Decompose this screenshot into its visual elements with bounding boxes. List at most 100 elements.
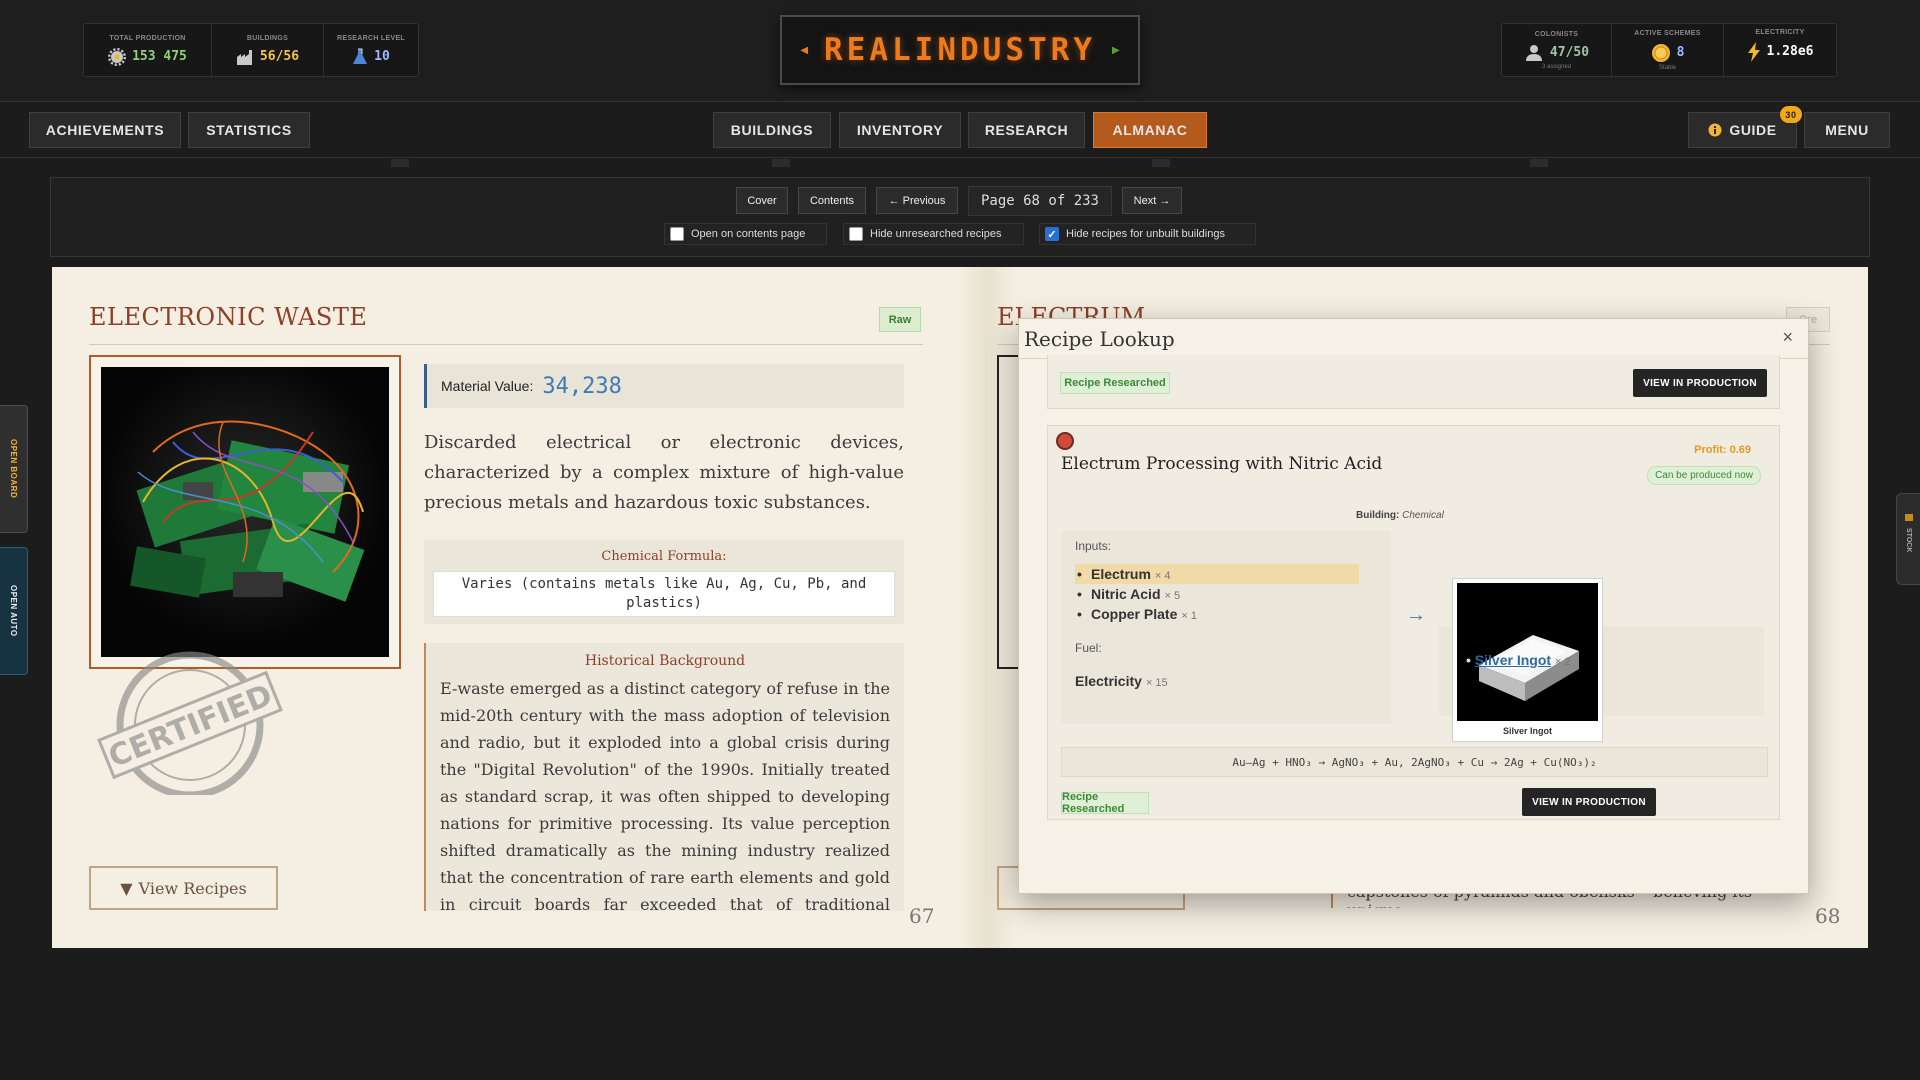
- game-logo: ◀ REALINDUSTRY ▶: [780, 15, 1140, 85]
- material-value-label: Material Value:: [441, 378, 534, 394]
- building-name: Chemical: [1402, 510, 1444, 521]
- stat-value: 56/56: [259, 49, 300, 64]
- open-on-contents-checkbox[interactable]: Open on contents page: [664, 223, 827, 245]
- hide-unbuilt-checkbox[interactable]: ✓ Hide recipes for unbuilt buildings: [1039, 223, 1256, 245]
- ewaste-image: [101, 367, 389, 657]
- view-recipes-label: View Recipes: [138, 878, 247, 898]
- open-board-tab[interactable]: OPEN BOARD: [0, 405, 28, 533]
- input-name: Electrum: [1091, 566, 1151, 582]
- side-tab-label: OPEN AUTO: [9, 585, 18, 637]
- input-name: Copper Plate: [1091, 606, 1178, 622]
- stat-label: BUILDINGS: [246, 34, 289, 42]
- divider-notch: [1530, 159, 1548, 167]
- guide-button[interactable]: GUIDE 30: [1688, 106, 1802, 148]
- stat-label: ACTIVE SCHEMES: [1634, 29, 1701, 37]
- material-description: Discarded electrical or electronic devic…: [424, 432, 904, 513]
- fuel-name: Electricity: [1075, 673, 1142, 689]
- input-qty: × 1: [1181, 610, 1197, 622]
- view-in-production-button[interactable]: VIEW IN PRODUCTION: [1522, 788, 1656, 816]
- stat-value: 8: [1676, 45, 1685, 60]
- divider-notch: [772, 159, 790, 167]
- history-heading: Historical Background: [584, 653, 746, 669]
- divider-notch: [391, 159, 409, 167]
- historical-background: Historical Background E-waste emerged as…: [424, 643, 904, 911]
- tab-research[interactable]: RESEARCH: [968, 112, 1085, 148]
- recipe-card: Recipe Researched VIEW IN PRODUCTION: [1047, 355, 1780, 409]
- output-link[interactable]: Silver Ingot: [1475, 652, 1551, 668]
- top-bar: TOTAL PRODUCTION 153 475 BUILDINGS 56/56…: [0, 0, 1920, 102]
- stat-active-schemes: ACTIVE SCHEMES 8 Stable: [1612, 24, 1724, 76]
- tab-buildings[interactable]: BUILDINGS: [713, 112, 831, 148]
- gear-icon: [108, 47, 127, 66]
- formula-text: Varies (contains metals like Au, Ag, Cu,…: [433, 571, 895, 617]
- lightning-icon: [1747, 41, 1760, 62]
- side-tab-label: OPEN BOARD: [9, 439, 18, 499]
- stat-value: 1.28e6: [1766, 44, 1814, 59]
- stat-label: COLONISTS: [1534, 30, 1579, 38]
- inputs-list: Electrum× 4 Nitric Acid× 5 Copper Plate×…: [1075, 564, 1377, 624]
- checkbox-box[interactable]: [670, 227, 684, 241]
- chemical-formula-box: Chemical Formula: Varies (contains metal…: [424, 540, 904, 624]
- menu-button[interactable]: MENU: [1804, 112, 1890, 148]
- can-produce-badge: Can be produced now: [1647, 466, 1761, 485]
- stat-sub: 3 assigned: [1541, 63, 1572, 70]
- checkbox-box-checked[interactable]: ✓: [1045, 227, 1059, 241]
- material-value: Material Value: 34,238: [424, 364, 904, 408]
- stat-buildings: BUILDINGS 56/56: [212, 24, 324, 76]
- reaction-equation: Au–Ag + HNO₃ → AgNO₃ + Au, 2AgNO₃ + Cu →…: [1061, 747, 1768, 777]
- divider-notch: [1152, 159, 1170, 167]
- triangle-down-icon: ▼: [120, 878, 133, 898]
- logo-text: REALINDUSTRY: [824, 32, 1096, 68]
- stat-label: TOTAL PRODUCTION: [109, 34, 186, 42]
- history-text: E-waste emerged as a distinct category o…: [440, 679, 890, 911]
- page-number-left: 67: [909, 904, 935, 928]
- stat-value: 153 475: [132, 49, 187, 64]
- input-qty: × 4: [1154, 570, 1171, 582]
- stat-electricity: ELECTRICITY 1.28e6: [1724, 24, 1836, 76]
- page-number-right: 68: [1815, 904, 1841, 928]
- stat-label: RESEARCH LEVEL: [337, 34, 405, 42]
- modal-title: Recipe Lookup: [1024, 327, 1175, 351]
- stat-label: ELECTRICITY: [1755, 28, 1805, 36]
- recipe-card: Electrum Processing with Nitric Acid Pro…: [1047, 425, 1780, 820]
- close-icon[interactable]: ×: [1782, 327, 1793, 348]
- formula-heading: Chemical Formula:: [601, 549, 727, 564]
- stock-tab[interactable]: STOCK: [1896, 493, 1920, 585]
- statistics-button[interactable]: STATISTICS: [188, 112, 310, 148]
- guide-badge: 30: [1780, 106, 1802, 123]
- material-type-badge: Raw: [879, 307, 921, 332]
- stat-colonists: COLONISTS 47/50 3 assigned: [1502, 24, 1612, 76]
- profit-label: Profit: 0.69: [1694, 444, 1751, 456]
- next-page-button[interactable]: Next →: [1122, 187, 1182, 214]
- stat-sub: Stable: [1658, 64, 1676, 71]
- achievements-button[interactable]: ACHIEVEMENTS: [29, 112, 181, 148]
- coin-icon: [1651, 43, 1670, 62]
- building-label: Building:: [1356, 510, 1400, 521]
- open-auto-tab[interactable]: OPEN AUTO: [0, 547, 28, 675]
- building-info: Building: Chemical: [1356, 510, 1444, 521]
- outputs-list: • Silver Ingot × 2: [1466, 652, 1571, 668]
- hide-unresearched-checkbox[interactable]: Hide unresearched recipes: [843, 223, 1024, 245]
- info-icon: [1708, 123, 1722, 137]
- output-caption: Silver Ingot: [1502, 726, 1552, 736]
- fuel-label: Fuel:: [1075, 641, 1102, 655]
- tab-inventory[interactable]: INVENTORY: [839, 112, 961, 148]
- box-icon: [1904, 514, 1913, 521]
- contents-button[interactable]: Contents: [798, 187, 866, 214]
- previous-page-button[interactable]: ← Previous: [876, 187, 958, 214]
- tab-almanac[interactable]: ALMANAC: [1093, 112, 1207, 148]
- checkbox-box[interactable]: [849, 227, 863, 241]
- nav-bar: ACHIEVEMENTS STATISTICS BUILDINGS INVENT…: [0, 103, 1920, 158]
- view-in-production-button[interactable]: VIEW IN PRODUCTION: [1633, 369, 1767, 397]
- recipe-name: Electrum Processing with Nitric Acid: [1061, 454, 1383, 474]
- stat-total-production: TOTAL PRODUCTION 153 475: [84, 24, 212, 76]
- logo-left-arrow: ◀: [800, 44, 809, 56]
- right-stats: COLONISTS 47/50 3 assigned ACTIVE SCHEME…: [1501, 23, 1837, 77]
- cover-button[interactable]: Cover: [736, 187, 788, 214]
- view-recipes-button[interactable]: ▼ View Recipes: [89, 866, 278, 910]
- stat-value: 47/50: [1549, 45, 1590, 60]
- certified-stamp: CERTIFIED: [97, 651, 283, 795]
- list-item: Copper Plate× 1: [1075, 604, 1377, 624]
- checkbox-label: Hide recipes for unbuilt buildings: [1066, 228, 1225, 240]
- pin-icon[interactable]: [1056, 432, 1074, 450]
